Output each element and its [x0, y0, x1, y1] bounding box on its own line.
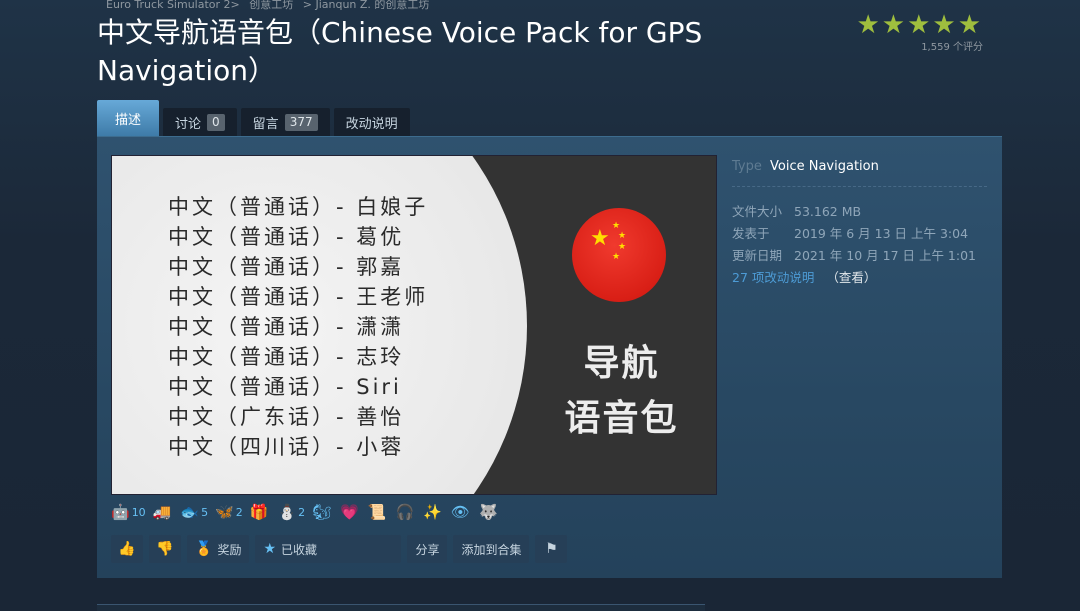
rating-stars-icon: ★★★★★	[856, 10, 983, 40]
voice-line: 中文（普通话）- 白娘子	[168, 195, 429, 219]
squirrel-award-icon: 🐿	[312, 503, 332, 521]
tab-discussions-count: 0	[207, 113, 225, 131]
snowman-award-icon: ⛄	[277, 503, 297, 521]
thumbs-down-icon: 👎	[156, 541, 174, 557]
award-item[interactable]: 🎧	[396, 501, 417, 523]
awards-bar: 🤖 10 🚚 🐟 5 🦋 2 🎁 ⛄ 2 🐿 💗 📜 🎧 ✨ 👁 🐺	[111, 501, 500, 523]
tab-comments[interactable]: 留言 377	[240, 108, 330, 136]
tab-comments-count: 377	[284, 113, 318, 131]
voice-line: 中文（普通话）- 志玲	[168, 345, 405, 369]
rating: ★★★★★ 1,559 个评分	[856, 10, 983, 53]
preview-image[interactable]: 中文（普通话）- 白娘子 中文（普通话）- 葛优 中文（普通话）- 郭嘉 中文（…	[111, 155, 717, 495]
china-flag-icon: ★ ★ ★ ★ ★	[572, 208, 666, 302]
report-button[interactable]: ⚑	[535, 535, 568, 563]
voice-line: 中文（普通话）- 王老师	[168, 285, 429, 309]
award-item[interactable]: 🐟 5	[180, 501, 208, 523]
breadcrumb-game-link[interactable]: Euro Truck Simulator 2>	[106, 0, 240, 11]
award-item[interactable]: 👁	[451, 501, 472, 523]
gift-award-icon: 🎁	[249, 503, 269, 521]
award-item[interactable]: 📜	[368, 501, 389, 523]
info-row-updated: 更新日期 2021 年 10 月 17 日 上午 1:01	[732, 248, 977, 263]
award-item[interactable]: 💗	[340, 501, 361, 523]
breadcrumb-author-link[interactable]: > Jianqun Z. 的创意工坊	[303, 0, 430, 11]
award-medal-icon: 🏅	[195, 541, 213, 557]
voice-line: 中文（广东话）- 善怡	[168, 405, 405, 429]
voice-list: 中文（普通话）- 白娘子 中文（普通话）- 葛优 中文（普通话）- 郭嘉 中文（…	[168, 192, 428, 462]
flag-icon: ⚑	[545, 541, 558, 557]
page-title: 中文导航语音包（Chinese Voice Pack for GPS Navig…	[97, 16, 703, 87]
change-notes-row: 27 项改动说明 （查看）	[732, 267, 987, 289]
rating-count: 1,559 个评分	[921, 42, 983, 53]
thumbs-up-button[interactable]: 👍	[111, 535, 143, 563]
butterfly-award-icon: 🦋	[215, 503, 234, 521]
voice-line: 中文（普通话）- 葛优	[168, 225, 405, 249]
item-info: Type Voice Navigation 文件大小 53.162 MB 发表于…	[732, 159, 987, 289]
star-icon: ★	[263, 541, 277, 557]
lower-section-edge	[97, 604, 705, 611]
info-stats: 文件大小 53.162 MB 发表于 2019 年 6 月 13 日 上午 3:…	[732, 201, 987, 289]
award-item[interactable]: 🎁	[250, 501, 271, 523]
voice-line: 中文（普通话）- Siri	[168, 375, 402, 399]
scroll-award-icon: 📜	[367, 503, 387, 521]
award-item[interactable]: 🤖 10	[111, 501, 146, 523]
breadcrumb: Euro Truck Simulator 2> 创意工坊 > Jianqun Z…	[106, 0, 435, 12]
tab-change-notes[interactable]: 改动说明	[333, 108, 410, 136]
preview-nav-title: 导航 语音包	[564, 343, 679, 439]
award-button[interactable]: 🏅 奖励	[187, 535, 250, 563]
award-item[interactable]: 🚚	[153, 501, 174, 523]
change-notes-view-link[interactable]: （查看）	[826, 270, 876, 285]
tab-discussions[interactable]: 讨论 0	[163, 108, 237, 136]
sparkle-award-icon: ✨	[423, 503, 442, 521]
award-item[interactable]: 🐿	[312, 501, 333, 523]
tab-bar: 描述 讨论 0 留言 377 改动说明	[97, 100, 414, 136]
voice-line: 中文（普通话）- 郭嘉	[168, 255, 405, 279]
eye-award-icon: 👁	[450, 503, 470, 521]
change-notes-link[interactable]: 27 项改动说明	[732, 270, 814, 285]
info-row-file-size: 文件大小 53.162 MB	[732, 204, 862, 219]
add-to-collection-button[interactable]: 添加到合集	[453, 535, 530, 563]
voice-line: 中文（普通话）- 潇潇	[168, 315, 405, 339]
tab-description[interactable]: 描述	[97, 100, 160, 136]
favorite-button[interactable]: ★ 已收藏	[255, 535, 402, 563]
info-row-posted: 发表于 2019 年 6 月 13 日 上午 3:04	[732, 226, 969, 241]
award-item[interactable]: ✨	[423, 501, 444, 523]
wolf-award-icon: 🐺	[478, 503, 498, 521]
item-details-panel: 中文（普通话）- 白娘子 中文（普通话）- 葛优 中文（普通话）- 郭嘉 中文（…	[97, 136, 1002, 578]
robot-award-icon: 🤖	[111, 503, 130, 521]
voice-line: 中文（四川话）- 小蓉	[168, 435, 405, 459]
action-bar: 👍 👎 🏅 奖励 ★ 已收藏 分享 添加到合集 ⚑	[111, 535, 568, 563]
award-item[interactable]: ⛄ 2	[277, 501, 305, 523]
breadcrumb-workshop-link[interactable]: 创意工坊	[249, 0, 293, 11]
info-type: Type Voice Navigation	[732, 159, 987, 187]
truck-award-icon: 🚚	[152, 503, 172, 521]
share-button[interactable]: 分享	[407, 535, 448, 563]
award-item[interactable]: 🦋 2	[215, 501, 243, 523]
award-item[interactable]: 🐺	[479, 501, 500, 523]
info-type-value[interactable]: Voice Navigation	[770, 159, 879, 174]
headphones-award-icon: 🎧	[395, 503, 415, 521]
thumbs-down-button[interactable]: 👎	[149, 535, 181, 563]
heart-award-icon: 💗	[340, 503, 359, 521]
fish-award-icon: 🐟	[180, 503, 200, 521]
thumbs-up-icon: 👍	[118, 541, 136, 557]
